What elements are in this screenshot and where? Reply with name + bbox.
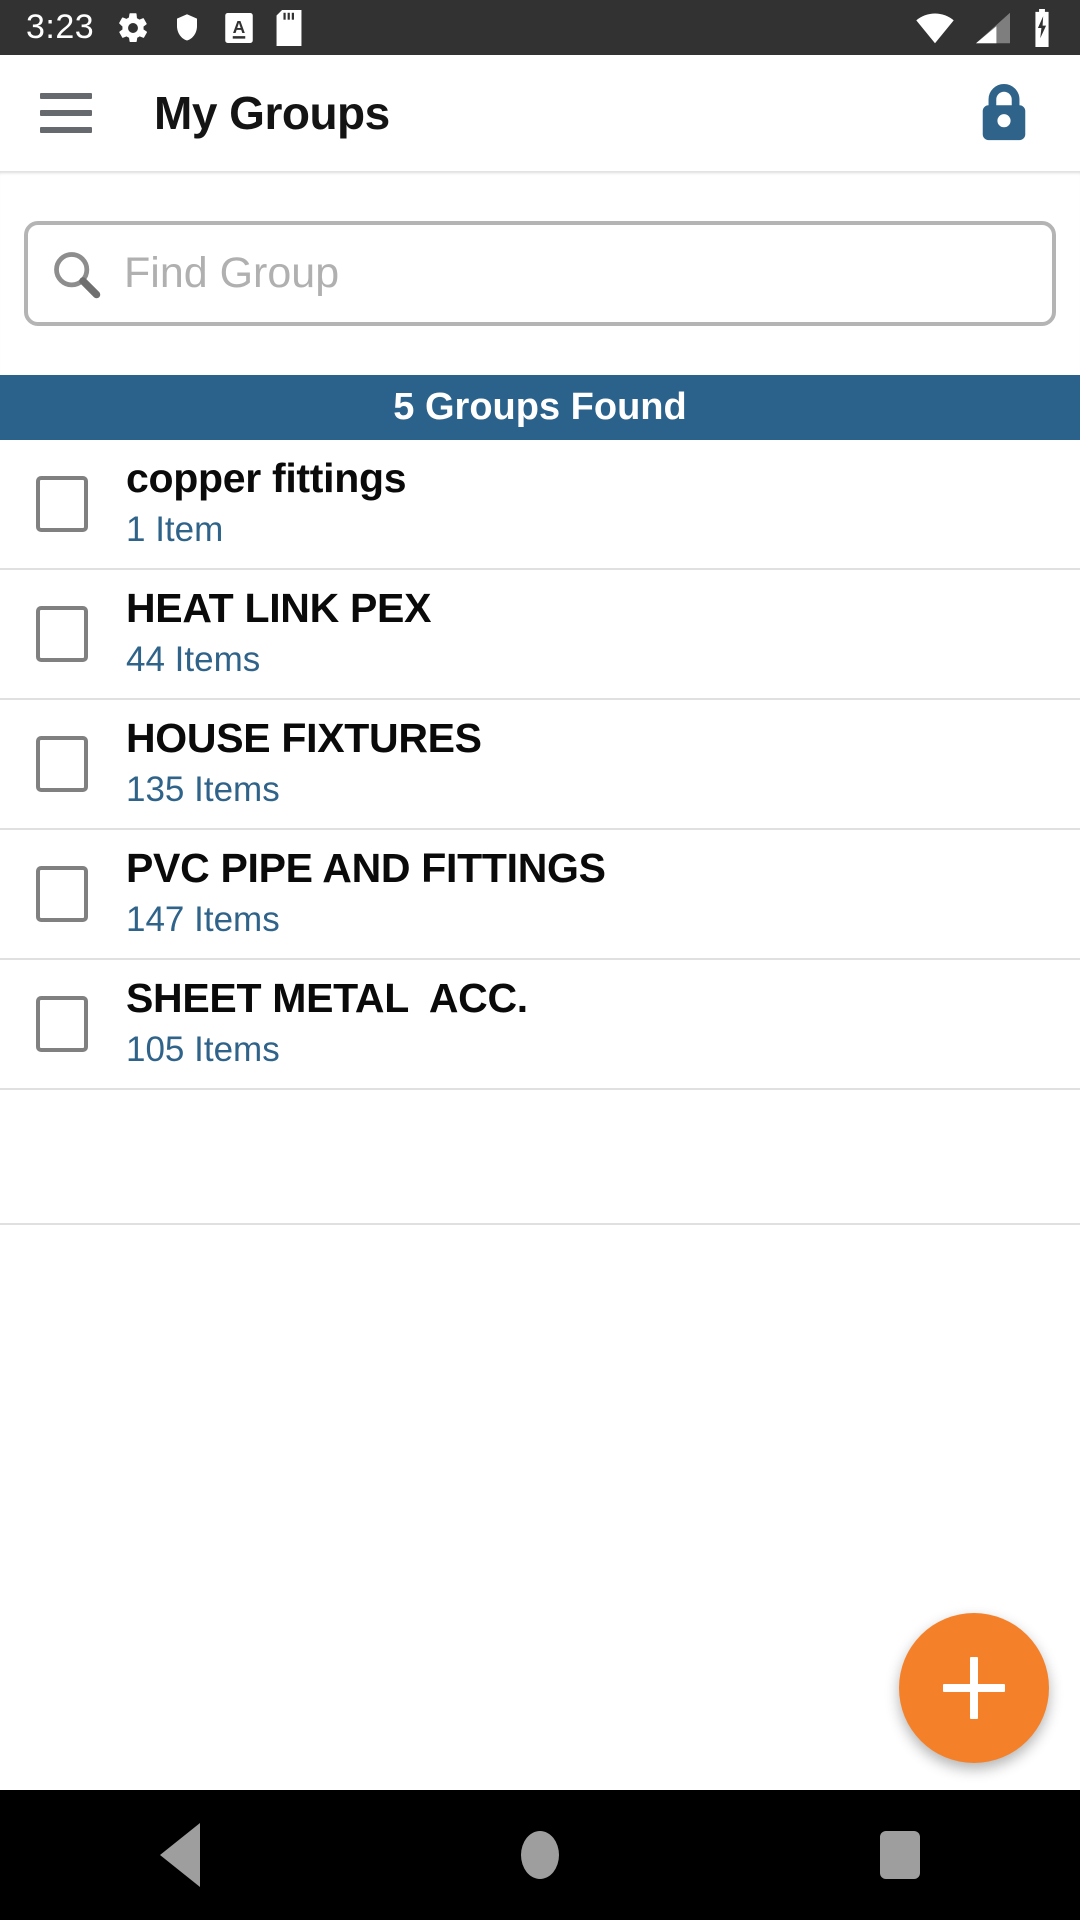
group-item-count: 105 Items	[126, 1029, 280, 1069]
wifi-icon	[914, 11, 956, 45]
checkbox-icon[interactable]	[36, 736, 88, 792]
home-circle-icon	[521, 1831, 559, 1879]
plus-icon	[943, 1657, 1005, 1719]
shield-icon	[172, 11, 202, 45]
add-group-fab[interactable]	[899, 1613, 1049, 1763]
status-clock: 3:23	[26, 8, 95, 46]
sd-card-icon	[276, 9, 302, 46]
group-item-count: 135 Items	[126, 769, 280, 809]
group-name: HOUSE FIXTURES	[126, 715, 482, 762]
battery-charging-icon	[1030, 8, 1054, 47]
svg-text:A: A	[233, 17, 246, 37]
search-placeholder: Find Group	[124, 249, 340, 297]
empty-list-area	[0, 1090, 1080, 1225]
list-item[interactable]: copper fittings 1 Item	[0, 440, 1080, 570]
system-navigation-bar	[0, 1790, 1080, 1920]
checkbox-icon[interactable]	[36, 476, 88, 532]
letter-a-badge-icon: A	[224, 11, 254, 45]
app-bar: My Groups	[0, 55, 1080, 172]
hamburger-bar-3	[40, 127, 92, 133]
page-title: My Groups	[154, 87, 390, 139]
list-item-text: HEAT LINK PEX 44 Items	[126, 586, 431, 681]
checkbox-icon[interactable]	[36, 996, 88, 1052]
group-item-count: 147 Items	[126, 899, 280, 939]
nav-recents-button[interactable]	[810, 1790, 990, 1920]
list-item[interactable]: SHEET METAL ACC. 105 Items	[0, 960, 1080, 1090]
lock-closed-icon[interactable]	[968, 77, 1040, 149]
search-zone: Find Group	[0, 172, 1080, 375]
status-bar: 3:23 A	[0, 0, 1080, 55]
list-item[interactable]: HOUSE FIXTURES 135 Items	[0, 700, 1080, 830]
results-count-banner: 5 Groups Found	[0, 375, 1080, 440]
checkbox-icon[interactable]	[36, 606, 88, 662]
nav-home-button[interactable]	[450, 1790, 630, 1920]
group-item-count: 1 Item	[126, 509, 224, 549]
results-count-text: 5 Groups Found	[393, 386, 687, 428]
list-item-text: HOUSE FIXTURES 135 Items	[126, 716, 482, 811]
group-item-count: 44 Items	[126, 639, 261, 679]
status-bar-right	[914, 8, 1054, 47]
hamburger-menu-icon[interactable]	[40, 93, 92, 133]
nav-back-button[interactable]	[90, 1790, 270, 1920]
list-item-text: SHEET METAL ACC. 105 Items	[126, 976, 528, 1071]
app-screen: 3:23 A My Groups Find Group 5 Groups Fou…	[0, 0, 1080, 1920]
back-triangle-icon	[160, 1823, 200, 1887]
groups-list: copper fittings 1 Item HEAT LINK PEX 44 …	[0, 440, 1080, 1090]
group-name: PVC PIPE AND FITTINGS	[126, 845, 606, 892]
list-item-text: copper fittings 1 Item	[126, 455, 407, 551]
search-input[interactable]: Find Group	[24, 221, 1056, 326]
status-bar-left: 3:23 A	[26, 8, 302, 47]
list-item[interactable]: HEAT LINK PEX 44 Items	[0, 570, 1080, 700]
list-item[interactable]: PVC PIPE AND FITTINGS 147 Items	[0, 830, 1080, 960]
cell-signal-icon	[974, 11, 1012, 45]
group-name: copper fittings	[126, 455, 407, 502]
checkbox-icon[interactable]	[36, 866, 88, 922]
group-name: SHEET METAL ACC.	[126, 975, 528, 1022]
gear-icon	[116, 11, 150, 45]
hamburger-bar-2	[40, 110, 92, 116]
search-icon	[50, 248, 102, 300]
group-name: HEAT LINK PEX	[126, 585, 432, 632]
recents-square-icon	[880, 1831, 920, 1879]
hamburger-bar-1	[40, 93, 92, 99]
list-item-text: PVC PIPE AND FITTINGS 147 Items	[126, 846, 606, 941]
